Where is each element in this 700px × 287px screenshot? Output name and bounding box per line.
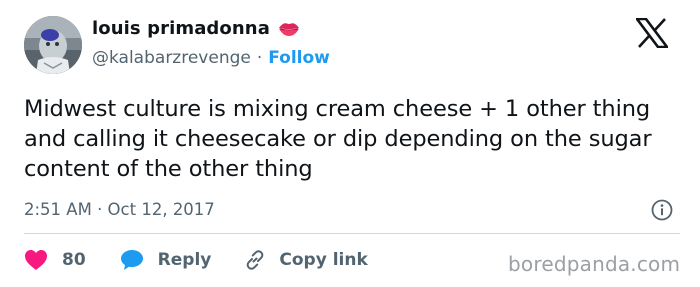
avatar-photo <box>24 16 82 74</box>
lips-icon <box>278 21 300 37</box>
avatar[interactable] <box>24 16 82 74</box>
copy-link-button[interactable]: Copy link <box>243 248 368 272</box>
reply-button[interactable]: Reply <box>120 249 212 271</box>
display-name[interactable]: louis primadonna <box>92 18 270 39</box>
speech-bubble-icon <box>120 249 144 271</box>
like-button[interactable]: 80 <box>24 249 86 271</box>
tweet-timestamp[interactable]: 2:51 AM · Oct 12, 2017 <box>24 200 215 219</box>
heart-icon <box>24 249 48 271</box>
x-logo-icon[interactable] <box>636 18 668 48</box>
handle-separator: · <box>256 48 263 68</box>
like-count: 80 <box>62 250 86 270</box>
link-icon <box>243 248 267 272</box>
tweet-text: Midwest culture is mixing cream cheese +… <box>24 96 652 182</box>
action-bar: 80 Reply Copy link <box>24 246 368 274</box>
watermark: boredpanda.com <box>508 252 681 276</box>
reply-label: Reply <box>157 250 212 270</box>
info-icon[interactable] <box>651 199 673 221</box>
copy-link-label: Copy link <box>279 250 368 270</box>
divider <box>24 233 680 234</box>
follow-button[interactable]: Follow <box>268 48 330 68</box>
user-handle[interactable]: @kalabarzrevenge <box>92 48 251 68</box>
